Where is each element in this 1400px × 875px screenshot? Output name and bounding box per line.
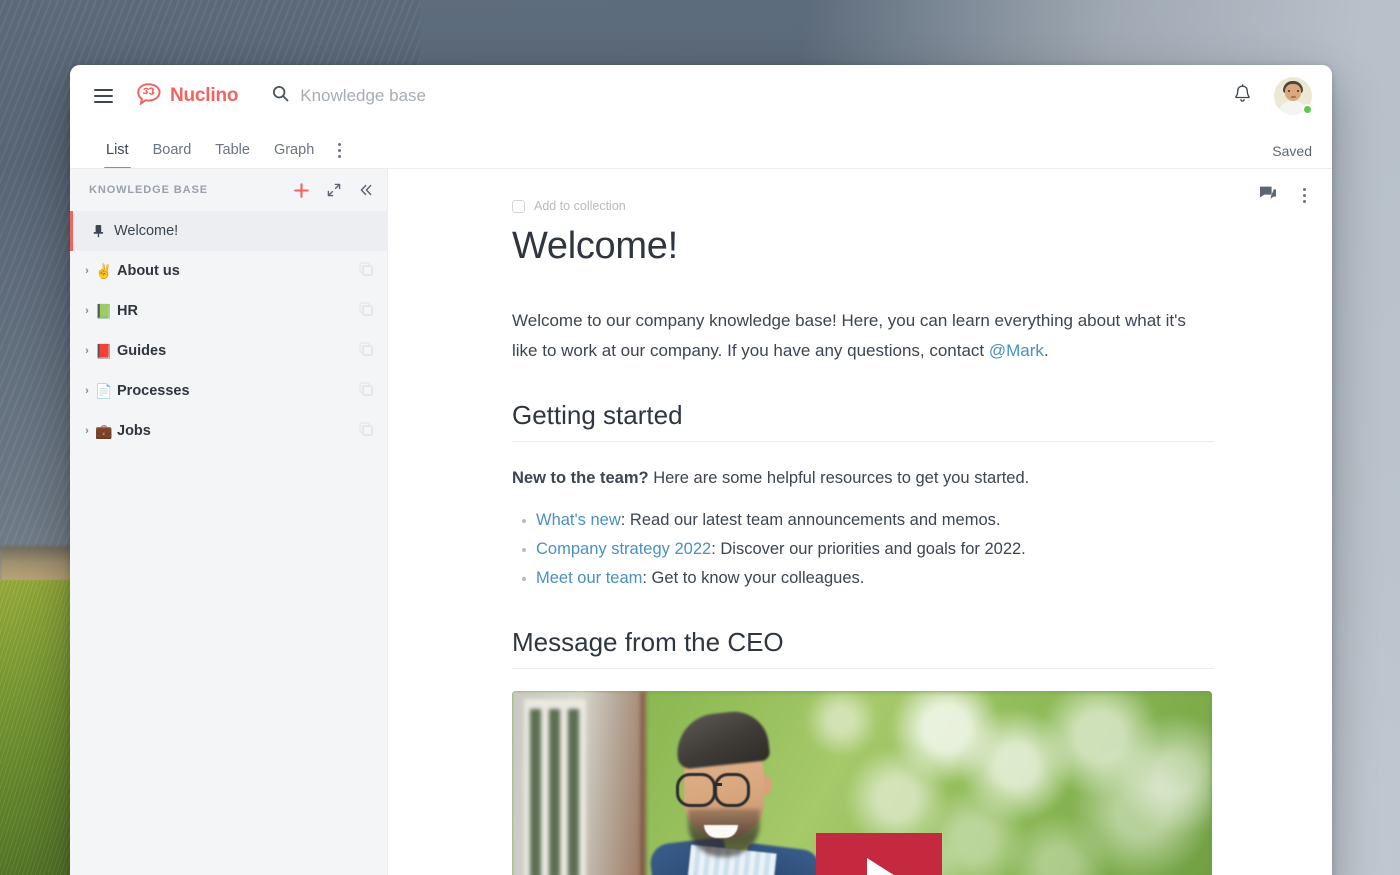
more-vertical-icon[interactable] bbox=[1299, 186, 1310, 205]
tab-table[interactable]: Table bbox=[203, 142, 262, 169]
list-item: Company strategy 2022: Discover our prio… bbox=[512, 535, 1214, 564]
hamburger-menu-icon[interactable] bbox=[88, 81, 118, 111]
section-heading-getting-started: Getting started bbox=[512, 400, 1214, 442]
duplicate-icon[interactable] bbox=[359, 302, 373, 320]
list-item: Meet our team: Get to know your colleagu… bbox=[512, 564, 1214, 593]
brand-logo[interactable]: Nuclino bbox=[136, 82, 239, 110]
play-button-icon[interactable] bbox=[816, 833, 942, 875]
item-emoji: 📕 bbox=[95, 342, 113, 359]
document-toolbar bbox=[1259, 185, 1310, 206]
sidebar: KNOWLEDGE BASE Welcome! › ✌️ About us › … bbox=[70, 169, 388, 875]
search-icon bbox=[272, 85, 289, 107]
double-chevron-left-icon[interactable] bbox=[359, 183, 373, 197]
search-input[interactable] bbox=[300, 86, 821, 106]
intro-text-after: . bbox=[1043, 341, 1049, 360]
collection-box-icon bbox=[512, 199, 525, 213]
video-window bbox=[524, 699, 586, 875]
plus-icon[interactable] bbox=[294, 182, 309, 198]
sidebar-item-label: Jobs bbox=[117, 423, 151, 439]
sidebar-item-label: Processes bbox=[117, 383, 190, 399]
ceo-message-video[interactable] bbox=[512, 691, 1212, 875]
sidebar-item-about-us[interactable]: › ✌️ About us bbox=[70, 251, 387, 291]
chevron-right-icon[interactable]: › bbox=[79, 385, 95, 397]
duplicate-icon[interactable] bbox=[359, 382, 373, 400]
intro-text-before: Welcome to our company knowledge base! H… bbox=[512, 311, 1186, 360]
link-whats-new[interactable]: What's new bbox=[536, 511, 621, 529]
comment-bubble-icon[interactable] bbox=[1259, 185, 1277, 206]
search-box[interactable] bbox=[272, 78, 1233, 114]
lead-bold: New to the team? bbox=[512, 469, 649, 487]
duplicate-icon[interactable] bbox=[359, 342, 373, 360]
item-emoji: 💼 bbox=[95, 422, 113, 439]
video-building-wall bbox=[512, 691, 640, 875]
view-tabs: List Board Table Graph bbox=[94, 142, 351, 169]
page-title: Welcome! bbox=[512, 225, 678, 267]
sidebar-item-welcome[interactable]: Welcome! bbox=[70, 211, 387, 251]
list-item-text: : Discover our priorities and goals for … bbox=[711, 540, 1026, 558]
tab-board[interactable]: Board bbox=[141, 142, 204, 169]
expand-arrows-icon[interactable] bbox=[327, 183, 341, 197]
chevron-right-icon[interactable]: › bbox=[79, 265, 95, 277]
duplicate-icon[interactable] bbox=[359, 262, 373, 280]
list-item-text: : Read our latest team announcements and… bbox=[620, 511, 1001, 529]
tab-list[interactable]: List bbox=[94, 142, 141, 169]
section-heading-message-from-ceo: Message from the CEO bbox=[512, 627, 1214, 669]
nuclino-logo-icon bbox=[136, 82, 163, 110]
sidebar-item-label: Guides bbox=[117, 343, 167, 359]
avatar[interactable] bbox=[1274, 77, 1313, 115]
document-body: Add to collection Welcome! Welcome to ou… bbox=[388, 169, 1214, 875]
list-item-text: : Get to know your colleagues. bbox=[642, 569, 865, 587]
top-bar: Nuclino bbox=[70, 65, 1332, 127]
view-tab-bar: List Board Table Graph Saved bbox=[70, 127, 1332, 169]
sidebar-item-label: Welcome! bbox=[114, 223, 179, 239]
sidebar-item-guides[interactable]: › 📕 Guides bbox=[70, 331, 387, 371]
sidebar-item-jobs[interactable]: › 💼 Jobs bbox=[70, 411, 387, 451]
sidebar-item-processes[interactable]: › 📄 Processes bbox=[70, 371, 387, 411]
tab-graph[interactable]: Graph bbox=[262, 142, 326, 169]
more-vertical-icon[interactable] bbox=[326, 142, 351, 169]
sidebar-item-label: About us bbox=[117, 263, 180, 279]
add-to-collection-button[interactable]: Add to collection bbox=[512, 199, 1214, 213]
chevron-right-icon[interactable]: › bbox=[79, 345, 95, 357]
save-status: Saved bbox=[1272, 143, 1312, 159]
resource-list: What's new: Read our latest team announc… bbox=[512, 506, 1214, 593]
sidebar-actions bbox=[294, 182, 373, 198]
link-company-strategy-2022[interactable]: Company strategy 2022 bbox=[536, 540, 711, 558]
top-bar-right bbox=[1233, 77, 1332, 115]
app-body: KNOWLEDGE BASE Welcome! › ✌️ About us › … bbox=[70, 169, 1332, 875]
duplicate-icon[interactable] bbox=[359, 422, 373, 440]
item-emoji: ✌️ bbox=[95, 262, 113, 279]
sidebar-item-hr[interactable]: › 📗 HR bbox=[70, 291, 387, 331]
sidebar-item-label: HR bbox=[117, 303, 138, 319]
lead-rest: Here are some helpful resources to get y… bbox=[648, 469, 1030, 487]
brand-name: Nuclino bbox=[170, 85, 239, 106]
getting-started-lead: New to the team? Here are some helpful r… bbox=[512, 464, 1214, 492]
link-meet-our-team[interactable]: Meet our team bbox=[536, 569, 642, 587]
sidebar-title: KNOWLEDGE BASE bbox=[89, 184, 208, 196]
item-emoji: 📄 bbox=[95, 382, 113, 399]
chevron-right-icon[interactable]: › bbox=[79, 425, 95, 437]
chevron-right-icon[interactable]: › bbox=[79, 305, 95, 317]
intro-paragraph: Welcome to our company knowledge base! H… bbox=[512, 306, 1214, 366]
mention-mark[interactable]: @Mark bbox=[989, 341, 1044, 360]
document-content: Add to collection Welcome! Welcome to ou… bbox=[388, 169, 1332, 875]
add-to-collection-label: Add to collection bbox=[534, 199, 626, 213]
online-status-dot bbox=[1302, 104, 1313, 115]
desktop-background: Nuclino Knowledge base List Board Table … bbox=[0, 0, 1400, 875]
sidebar-header: KNOWLEDGE BASE bbox=[70, 169, 387, 211]
sidebar-item-list: Welcome! › ✌️ About us › 📗 HR › 📕 Guides… bbox=[70, 211, 387, 875]
item-emoji: 📗 bbox=[95, 302, 113, 319]
bell-icon[interactable] bbox=[1233, 83, 1252, 109]
pin-icon bbox=[92, 224, 114, 238]
nuclino-app-window: Nuclino Knowledge base List Board Table … bbox=[70, 65, 1332, 875]
list-item: What's new: Read our latest team announc… bbox=[512, 506, 1214, 535]
